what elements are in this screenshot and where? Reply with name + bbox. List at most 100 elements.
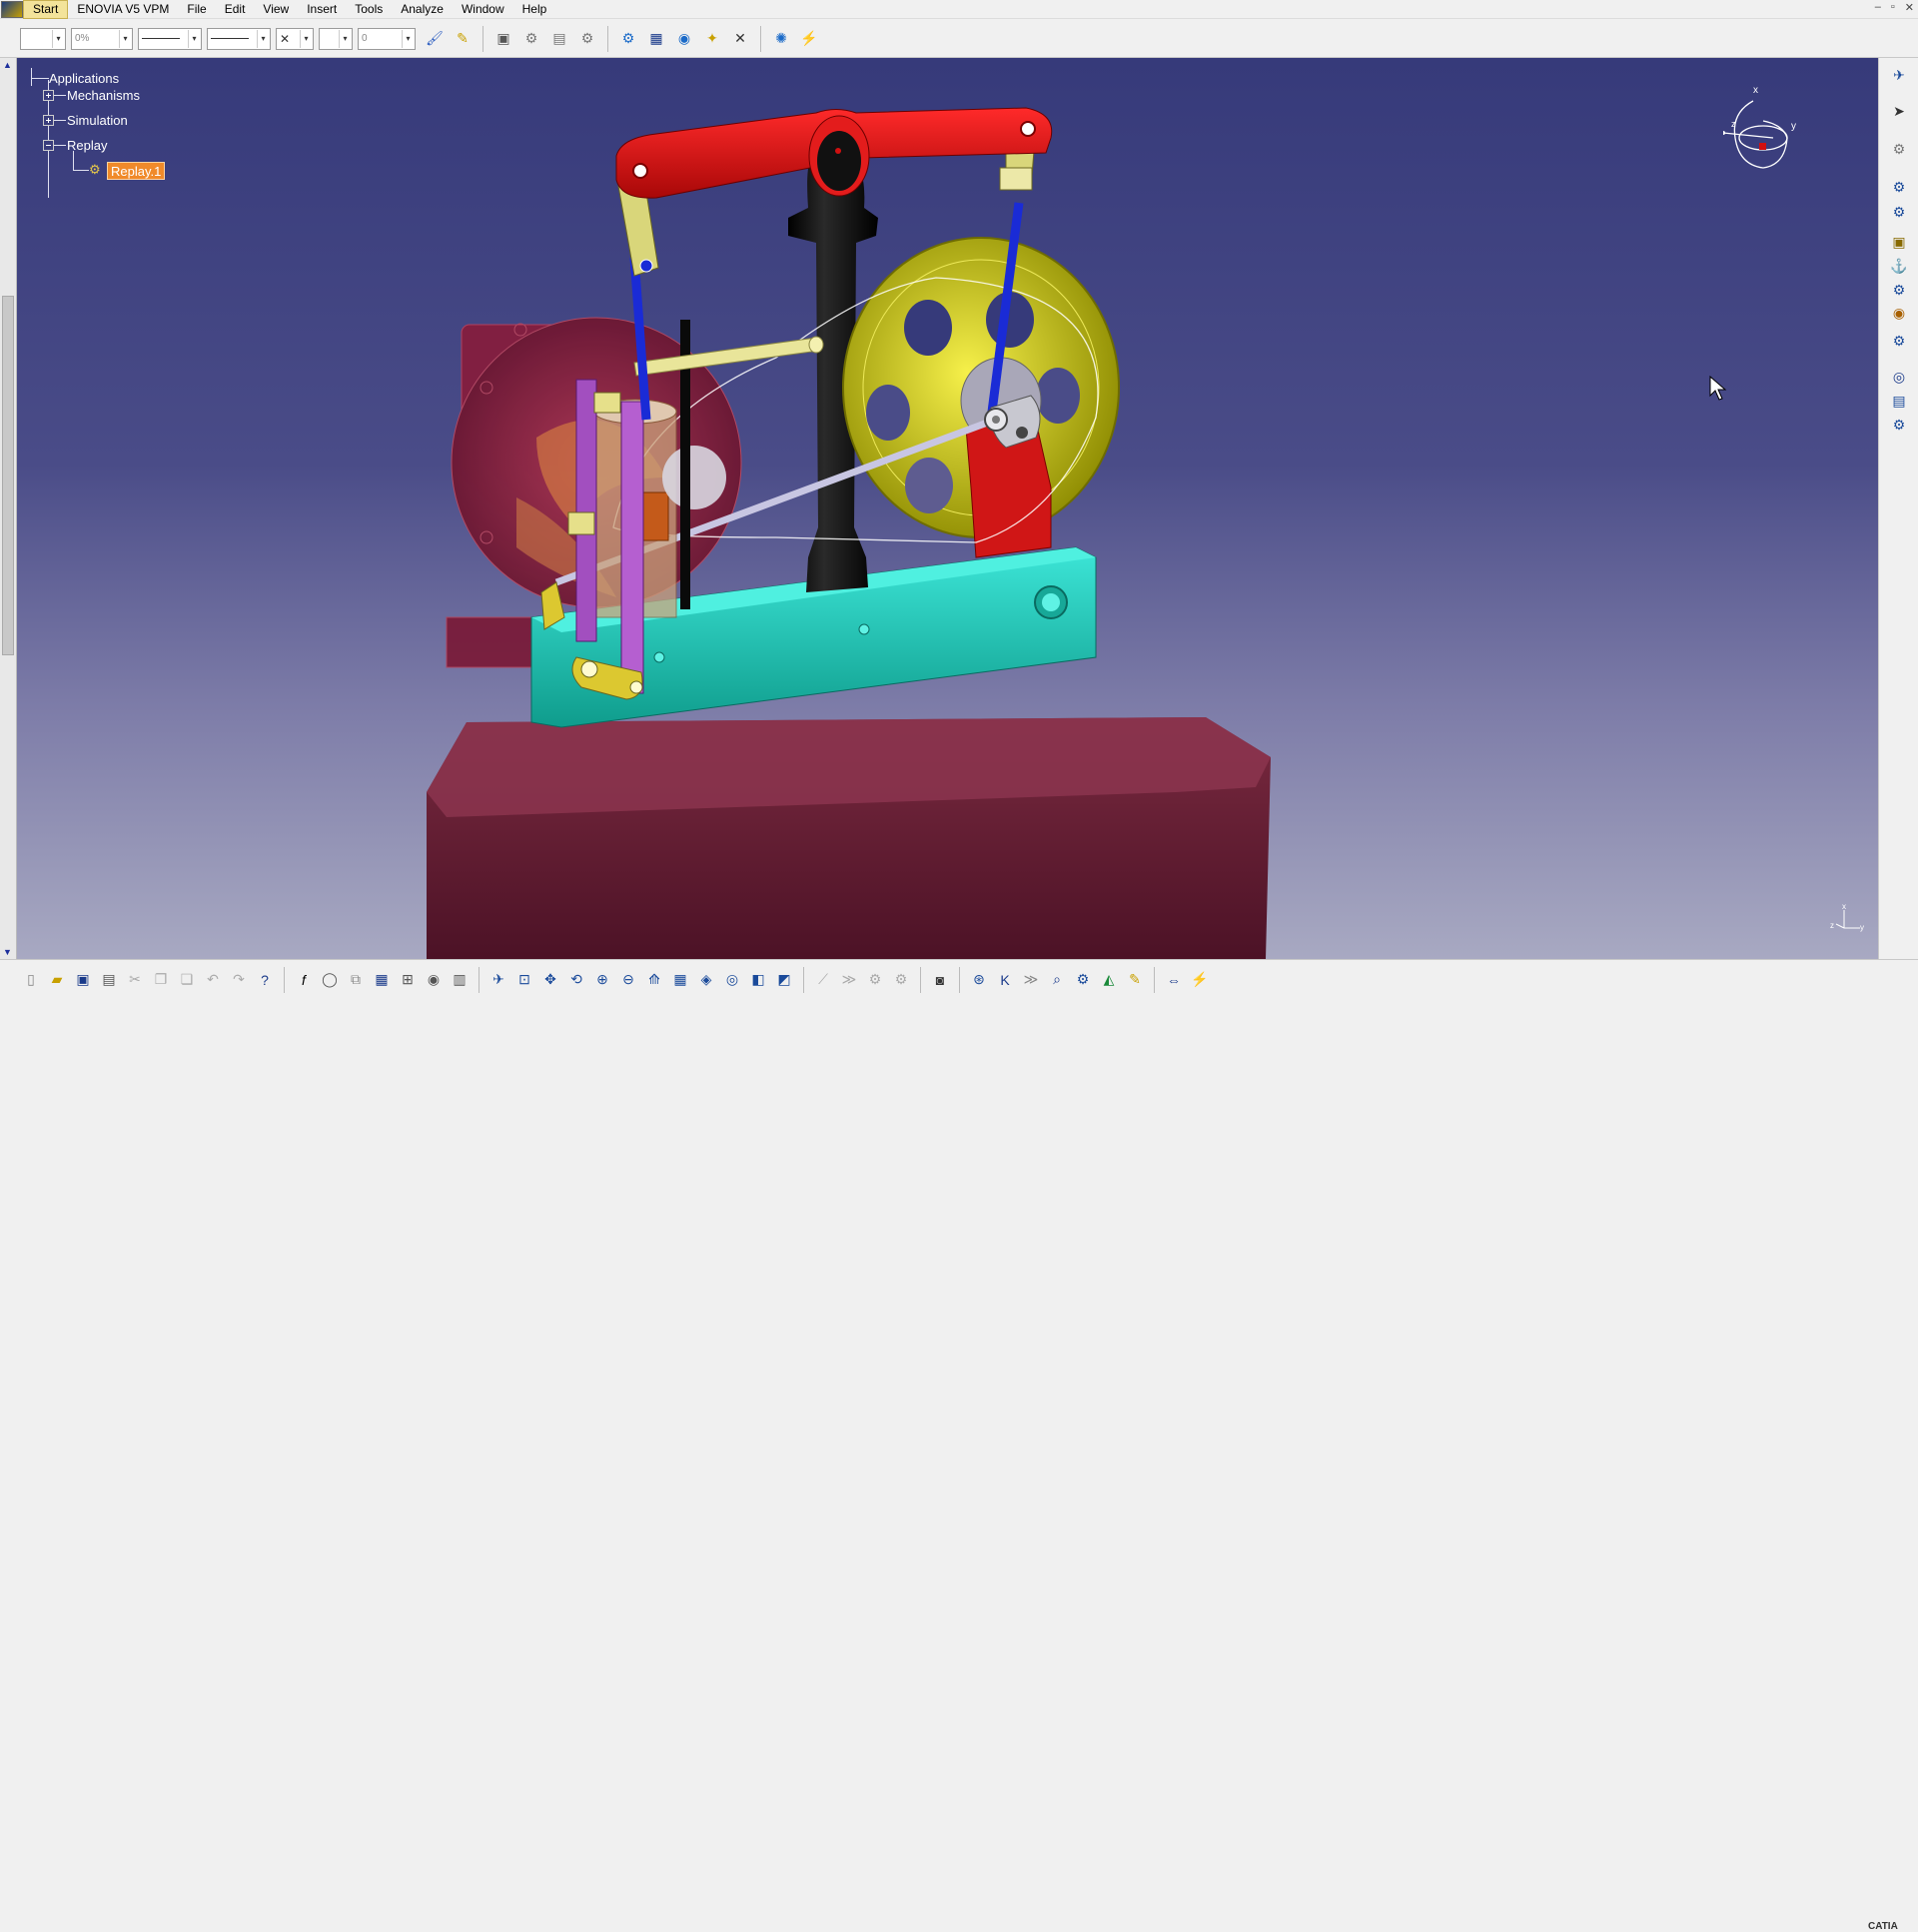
compass-widget[interactable]: x y z	[1721, 83, 1803, 181]
color-combo[interactable]: ▾	[20, 27, 66, 50]
iso-view-icon[interactable]: ◈	[695, 969, 717, 991]
insert-product-icon[interactable]: ▣	[492, 28, 514, 50]
menu-analyze[interactable]: Analyze	[392, 0, 453, 19]
redo-icon[interactable]: ↷	[228, 969, 250, 991]
tools-icon[interactable]: ✕	[729, 28, 751, 50]
sensor-icon[interactable]: ⚓	[1888, 255, 1910, 277]
link-icon[interactable]: ⧉	[345, 969, 367, 991]
kinematics-icon[interactable]: ⚙	[617, 28, 639, 50]
target-icon[interactable]: ⊛	[968, 969, 990, 991]
cut-icon[interactable]: ✂	[124, 969, 146, 991]
replay-icon[interactable]: ▤	[548, 28, 570, 50]
structure-icon[interactable]: ⊞	[397, 969, 419, 991]
menu-enovia[interactable]: ENOVIA V5 VPM	[68, 0, 178, 19]
sequence-icon[interactable]: ⚙	[576, 28, 598, 50]
normal-view-icon[interactable]: ⟰	[643, 969, 665, 991]
copy-icon[interactable]: ❐	[150, 969, 172, 991]
capture-icon[interactable]: ◙	[929, 969, 951, 991]
painter-icon[interactable]: 🖌	[424, 28, 446, 50]
minimize-button[interactable]: –	[1875, 1, 1881, 14]
menu-edit[interactable]: Edit	[216, 0, 255, 19]
next-frame-icon[interactable]: ≫	[1020, 969, 1042, 991]
line-thickness-combo[interactable]: ▾	[138, 27, 202, 50]
flywheel-spoke-hole	[866, 385, 910, 441]
manipulate-icon[interactable]: ⟋	[812, 969, 834, 991]
whats-this-icon[interactable]: ?	[254, 969, 276, 991]
measure-icon[interactable]: ⚙	[1072, 969, 1094, 991]
multi-view-icon[interactable]: ▦	[669, 969, 691, 991]
fixed-part-icon[interactable]: ⚙	[1888, 201, 1910, 223]
scroll-down-arrow[interactable]: ▼	[3, 947, 12, 957]
section-icon[interactable]: ◭	[1098, 969, 1120, 991]
menu-start[interactable]: Start	[23, 0, 69, 19]
law-icon[interactable]: ⚙	[1888, 279, 1910, 301]
catia-app-icon[interactable]	[1, 0, 23, 18]
hide-show-icon[interactable]: ◧	[747, 969, 769, 991]
zoom-in-icon[interactable]: ⊕	[591, 969, 613, 991]
print-icon[interactable]: ▤	[98, 969, 120, 991]
trace-icon[interactable]: ▤	[1888, 390, 1910, 412]
paste-icon[interactable]: ❏	[176, 969, 198, 991]
zoom-out-icon[interactable]: ⊖	[617, 969, 639, 991]
track-icon[interactable]: ◉	[673, 28, 695, 50]
joint-icon[interactable]: ✦	[701, 28, 723, 50]
menu-window[interactable]: Window	[453, 0, 513, 19]
assembly-constraint-icon[interactable]: ▣	[1888, 231, 1910, 253]
rotate-icon[interactable]: ⟲	[565, 969, 587, 991]
rendering-combo[interactable]: 0 ▾	[358, 27, 416, 50]
restore-button[interactable]: ▫	[1891, 1, 1895, 14]
search-icon[interactable]: ⌕	[1046, 969, 1068, 991]
menu-help[interactable]: Help	[513, 0, 556, 19]
menu-tools[interactable]: Tools	[346, 0, 392, 19]
line-type-combo[interactable]: ▾	[207, 27, 271, 50]
close-button[interactable]: ✕	[1905, 1, 1914, 14]
fly-mode-icon[interactable]: ✈	[487, 969, 509, 991]
clash-icon[interactable]: ✺	[770, 28, 792, 50]
transparency-combo[interactable]: 0% ▾	[71, 27, 133, 50]
3d-viewport[interactable]: Applications Mechanisms Simulation Repla…	[17, 58, 1878, 959]
select-icon[interactable]: ➤	[1888, 100, 1910, 122]
menu-file[interactable]: File	[178, 0, 215, 19]
fit-all-icon[interactable]: ⊡	[513, 969, 535, 991]
point-type-combo[interactable]: ✕ ▾	[276, 27, 314, 50]
video-icon[interactable]: ▦	[645, 28, 667, 50]
comment-icon[interactable]: ◯	[319, 969, 341, 991]
graphic-properties-icon[interactable]: ✎	[452, 28, 474, 50]
scene-icon[interactable]: ◉	[423, 969, 445, 991]
joint-icon[interactable]: ⚙	[1888, 176, 1910, 198]
mechanism-analysis-icon[interactable]: ⚙	[1888, 330, 1910, 352]
mechanism-icon[interactable]: ⚙	[1888, 138, 1910, 160]
simulation-icon[interactable]: ⚙	[520, 28, 542, 50]
save-icon[interactable]: ▣	[72, 969, 94, 991]
compass-icon[interactable]: x y z	[1721, 83, 1803, 178]
explode-icon[interactable]: ⚙	[864, 969, 886, 991]
scroll-thumb[interactable]	[2, 296, 14, 655]
open-icon[interactable]: ▰	[46, 969, 68, 991]
distance-band-icon[interactable]: ⇔	[1163, 969, 1185, 991]
shading-icon[interactable]: ◎	[721, 969, 743, 991]
table-icon[interactable]: ▦	[371, 969, 393, 991]
swap-space-icon[interactable]: ◩	[773, 969, 795, 991]
speed-acceleration-icon[interactable]: ◉	[1888, 302, 1910, 324]
swept-volume-icon[interactable]: ◎	[1888, 366, 1910, 388]
distance-icon[interactable]: ⚡	[798, 28, 820, 50]
flywheel-spoke-hole	[1036, 368, 1080, 424]
steam-engine-model[interactable]	[17, 58, 1878, 959]
formula-icon[interactable]: f	[293, 969, 315, 991]
product-icon[interactable]: ✈	[1888, 64, 1910, 86]
scroll-up-arrow[interactable]: ▲	[3, 60, 12, 70]
catalog-icon[interactable]: ▥	[449, 969, 471, 991]
clash-detection-icon[interactable]: ⚡	[1189, 969, 1211, 991]
first-frame-icon[interactable]: K	[994, 969, 1016, 991]
layer-combo[interactable]: ▾	[319, 27, 353, 50]
menu-view[interactable]: View	[254, 0, 298, 19]
undo-icon[interactable]: ↶	[202, 969, 224, 991]
stop-manipulate-icon[interactable]: ⚙	[890, 969, 912, 991]
snap-icon[interactable]: ≫	[838, 969, 860, 991]
new-icon[interactable]: ▯	[20, 969, 42, 991]
menu-insert[interactable]: Insert	[298, 0, 346, 19]
viewport-scrollbar[interactable]: ▲ ▼	[0, 58, 17, 959]
envelope-icon[interactable]: ⚙	[1888, 414, 1910, 436]
pan-icon[interactable]: ✥	[539, 969, 561, 991]
annotation-icon[interactable]: ✎	[1124, 969, 1146, 991]
